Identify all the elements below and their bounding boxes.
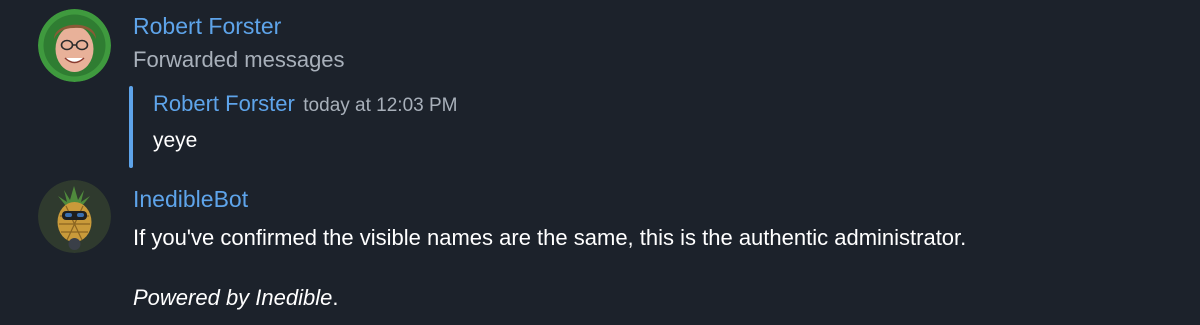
chat-view: Robert Forster Forwarded messages Robert…: [0, 0, 1200, 325]
message-footer: Powered by Inedible.: [133, 285, 338, 311]
pineapple-bot-avatar-icon: [38, 180, 111, 253]
forwarded-message[interactable]: Robert Forster today at 12:03 PM yeye: [129, 86, 829, 168]
forwarded-label: Forwarded messages: [133, 47, 345, 72]
avatar[interactable]: [38, 9, 111, 82]
sender-name[interactable]: InedibleBot: [133, 186, 248, 213]
quote-bar: [129, 86, 133, 168]
footer-text: Powered by Inedible: [133, 285, 333, 310]
footer-period: .: [332, 285, 339, 310]
forwarded-timestamp: today at 12:03 PM: [303, 95, 458, 116]
avatar[interactable]: [38, 180, 111, 253]
forwarded-sender-name[interactable]: Robert Forster: [153, 91, 295, 116]
forwarded-header: Robert Forster today at 12:03 PM: [153, 91, 458, 117]
person-avatar-icon: [38, 9, 111, 82]
forwarded-text: yeye: [153, 129, 198, 152]
message-text: If you've confirmed the visible names ar…: [133, 225, 967, 250]
sender-name[interactable]: Robert Forster: [133, 13, 281, 40]
